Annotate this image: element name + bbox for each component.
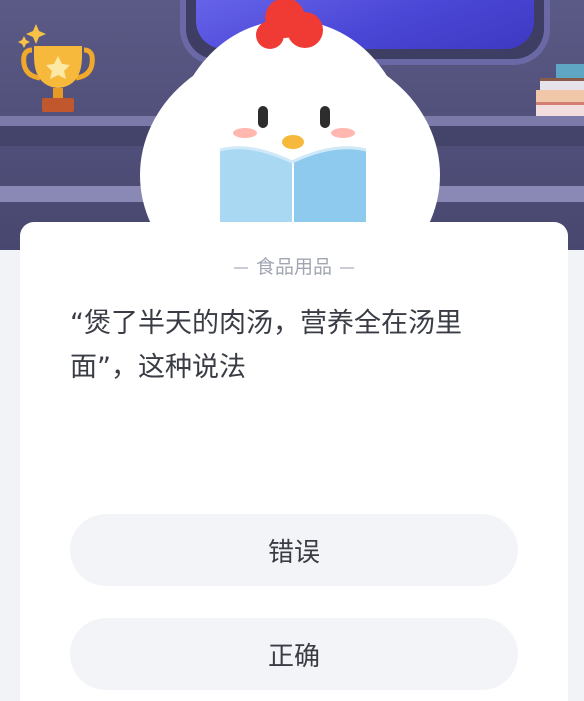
question-text: “煲了半天的肉汤，营养全在汤里面”，这种说法	[70, 308, 462, 383]
answer-option-wrong[interactable]: 错误	[70, 514, 518, 586]
category-label: 食品用品	[20, 252, 568, 279]
answer-option-correct[interactable]: 正确	[70, 618, 518, 690]
books-icon	[536, 64, 584, 116]
answer-option-label: 正确	[267, 641, 320, 672]
chick-mascot-icon	[140, 0, 440, 250]
category-dash-right	[340, 266, 354, 269]
category-dash-left	[233, 266, 248, 269]
question-card: 食品用品 “煲了半天的肉汤，营养全在汤里面”，这种说法 错误 正确	[20, 222, 568, 701]
trophy-icon	[18, 24, 95, 112]
answer-option-label: 错误	[267, 537, 320, 568]
header-scene	[0, 0, 584, 250]
category-text: 食品用品	[255, 256, 332, 278]
